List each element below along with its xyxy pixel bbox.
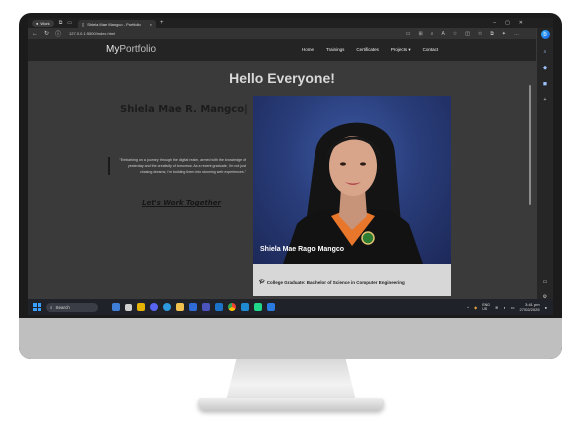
nav-home[interactable]: Home (302, 47, 314, 53)
workspaces-icon[interactable]: ⧉ (59, 20, 63, 26)
intro-quote: "Embarking on a journey through the digi… (108, 157, 246, 175)
windows-start-icon[interactable] (33, 303, 41, 311)
page-scrollbar[interactable] (528, 61, 533, 304)
nav-links: Home Trainings Certificates Projects ▾ C… (302, 47, 438, 53)
sidebar-outlook-icon[interactable]: ◼ (543, 81, 547, 87)
chrome-app-icon[interactable] (228, 303, 236, 311)
read-aloud-icon[interactable]: A (441, 31, 444, 37)
close-window-icon[interactable]: ✕ (519, 20, 523, 26)
sidebar-add-icon[interactable]: + (544, 97, 547, 103)
split-screen-icon[interactable]: ◫ (465, 31, 470, 37)
nav-certificates[interactable]: Certificates (356, 47, 379, 53)
site-navbar: MyPortfolio Home Trainings Certificates … (28, 39, 536, 61)
taskbar-apps (112, 303, 275, 311)
chat-app-icon[interactable] (137, 303, 145, 311)
screen: ● Work ⧉ ▭ ▯ Shiela Mae Mangco - Portfol… (28, 18, 553, 315)
search-label: Search (55, 304, 70, 310)
file-explorer-icon[interactable] (176, 303, 184, 311)
chevron-up-icon[interactable]: ^ (467, 305, 469, 310)
taskbar-search[interactable]: ⌕ Search (46, 302, 98, 312)
new-tab-button[interactable]: + (160, 20, 164, 26)
photo-card-body: 🎓︎ College Graduate: Bachelor of Science… (253, 264, 451, 296)
profile-icon: ● (36, 20, 39, 26)
widgets-app-icon[interactable] (112, 303, 120, 311)
scrollbar-thumb[interactable] (529, 85, 531, 205)
photo-caption: Shiela Mae Rago Mangco (260, 246, 345, 253)
more-icon[interactable]: … (514, 31, 519, 37)
zoom-icon[interactable]: ⌕ (431, 31, 434, 37)
pycharm-app-icon[interactable] (254, 303, 262, 311)
monitor-chin (19, 318, 562, 359)
system-tray: ^ ◆ ENG US ≋ ◖ ▭ 3:41 pm 27/02/2025 ● (467, 302, 553, 312)
portfolio-page: MyPortfolio Home Trainings Certificates … (28, 39, 536, 304)
owner-name: Shiela Mae R. Mangco| (120, 104, 248, 115)
tab-actions-icon[interactable]: ▭ (67, 20, 72, 26)
page-icon: ▯ (82, 21, 85, 27)
education-text: College Graduate: Bachelor of Science in… (266, 279, 405, 285)
favorite-star-icon[interactable]: ☆ (453, 31, 457, 37)
windows-taskbar: ⌕ Search ^ ◆ ENG US ≋ ◖ ▭ 3:41 pm 27/02/… (28, 299, 553, 315)
edge-sidebar: b ⌕ ◆ ◼ + ▭ ⚙ (536, 28, 553, 304)
minimize-icon[interactable]: – (493, 20, 496, 26)
grid-icon[interactable]: ⊞ (418, 31, 422, 37)
sidebar-tools-icon[interactable]: ◆ (543, 65, 547, 71)
search-icon: ⌕ (50, 304, 53, 310)
extensions-icon[interactable]: ✦ (502, 31, 506, 37)
collections-icon[interactable]: ⧉ (490, 31, 494, 37)
desktop-scene: ● Work ⧉ ▭ ▯ Shiela Mae Mangco - Portfol… (0, 0, 583, 428)
monitor-stand-base (198, 398, 384, 410)
portrait-illustration (283, 122, 423, 264)
photos-app-icon[interactable] (267, 303, 275, 311)
vscode-app-icon[interactable] (241, 303, 249, 311)
discord-app-icon[interactable] (150, 303, 158, 311)
task-view-icon[interactable] (125, 303, 132, 311)
favorites-icon[interactable]: ✩ (478, 31, 482, 37)
nav-projects[interactable]: Projects ▾ (391, 47, 411, 53)
refresh-icon[interactable]: ↻ (44, 30, 49, 37)
nav-contact[interactable]: Contact (423, 47, 439, 53)
browser-tab-bar: ● Work ⧉ ▭ ▯ Shiela Mae Mangco - Portfol… (28, 18, 553, 28)
chevron-down-icon: ▾ (408, 47, 411, 52)
sidebar-bottom: ▭ ⚙ (543, 279, 548, 300)
education-line: 🎓︎ College Graduate: Bachelor of Science… (259, 279, 405, 285)
tab-close-icon[interactable]: × (150, 22, 152, 27)
site-logo[interactable]: MyPortfolio (106, 44, 156, 55)
sidebar-search-icon[interactable]: ⌕ (544, 49, 547, 55)
language-indicator[interactable]: ENG US (482, 303, 490, 312)
taskbar-clock[interactable]: 3:41 pm 27/02/2025 (520, 302, 540, 312)
page-heading: Hello Everyone! (229, 70, 335, 86)
profile-label: Work (40, 20, 50, 26)
nav-trainings[interactable]: Trainings (326, 47, 344, 53)
url-field[interactable]: 127.0.0.1:5500/index.html (69, 31, 115, 36)
graduation-icon: 🎓︎ (259, 279, 265, 284)
copilot-icon[interactable]: b (540, 30, 550, 39)
outlook-app-icon[interactable] (215, 303, 223, 311)
store-app-icon[interactable] (189, 303, 197, 311)
tab-title: Shiela Mae Mangco - Portfolio (87, 21, 141, 27)
address-bar-row: ← ↻ ⓘ 127.0.0.1:5500/index.html ▭ ⊞ ⌕ A … (28, 28, 553, 39)
profile-button[interactable]: ● Work (32, 19, 54, 27)
back-icon[interactable]: ← (32, 31, 38, 37)
teams-app-icon[interactable] (202, 303, 210, 311)
info-icon[interactable]: ⓘ (55, 29, 61, 38)
address-toolbar: ▭ ⊞ ⌕ A ☆ ◫ ✩ ⧉ ✦ … (406, 31, 553, 37)
wifi-icon[interactable]: ≋ (495, 305, 498, 310)
sidebar-layout-icon[interactable]: ▭ (543, 279, 548, 285)
browser-tab[interactable]: ▯ Shiela Mae Mangco - Portfolio × (78, 20, 156, 28)
volume-icon[interactable]: ◖ (503, 305, 505, 310)
tray-app-icon[interactable]: ◆ (474, 305, 477, 310)
monitor-stand-neck (226, 359, 356, 401)
notification-icon[interactable]: ● (545, 305, 547, 310)
lets-work-together-link[interactable]: Let's Work Together (142, 199, 221, 207)
battery-icon[interactable]: ▭ (511, 305, 515, 310)
window-controls: – ▢ ✕ (493, 20, 553, 26)
edge-app-icon[interactable] (163, 303, 171, 311)
screen-icon[interactable]: ▭ (406, 31, 411, 37)
restore-icon[interactable]: ▢ (505, 20, 510, 26)
profile-photo: Shiela Mae Rago Mangco (253, 96, 451, 264)
